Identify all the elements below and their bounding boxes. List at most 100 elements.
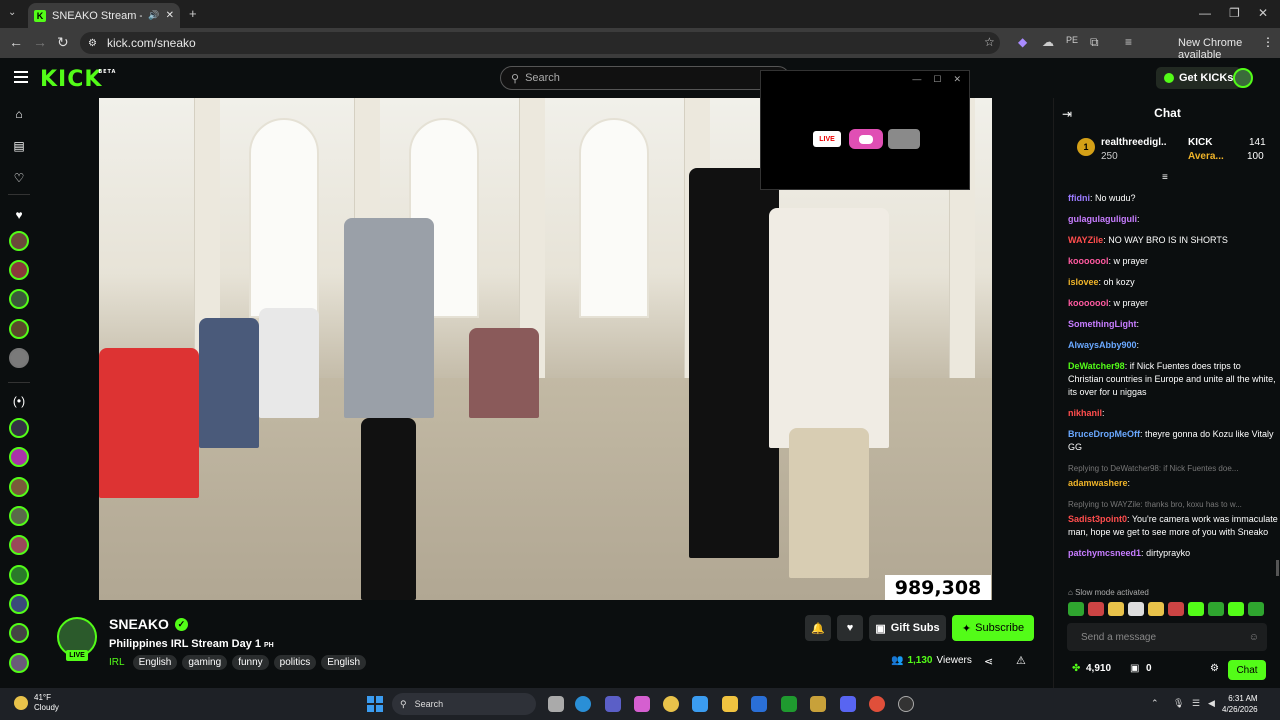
- chat-username[interactable]: islovee: [1068, 277, 1099, 287]
- chat-scrollbar[interactable]: [1276, 560, 1279, 576]
- search-input[interactable]: ⚲ Search: [500, 66, 790, 90]
- browse-icon[interactable]: ▤: [9, 136, 29, 156]
- home-icon[interactable]: ⌂: [9, 104, 29, 124]
- followed-channel-avatar[interactable]: [9, 231, 29, 251]
- chrome-icon[interactable]: [663, 696, 679, 712]
- teams-icon[interactable]: [605, 696, 621, 712]
- url-field[interactable]: ⚙ kick.com/sneako: [80, 32, 1000, 54]
- recommended-channel-avatar[interactable]: [9, 623, 29, 643]
- chat-username[interactable]: BruceDropMeOff: [1068, 429, 1140, 439]
- follow-button[interactable]: ♥: [837, 615, 863, 641]
- overlay-minimize-icon[interactable]: —: [912, 74, 921, 84]
- leaderboard-user[interactable]: Avera...: [1188, 151, 1224, 162]
- channel-points[interactable]: 4,910: [1086, 663, 1111, 674]
- chat-username[interactable]: nikhanil: [1068, 408, 1102, 418]
- task-view-icon[interactable]: [548, 696, 564, 712]
- forward-icon[interactable]: →: [33, 34, 47, 50]
- window-close-icon[interactable]: ✕: [1258, 6, 1268, 20]
- emote[interactable]: [1068, 602, 1084, 616]
- tag[interactable]: funny: [232, 655, 269, 670]
- tab-close-icon[interactable]: ✕: [166, 10, 174, 21]
- minimize-icon[interactable]: —: [1199, 6, 1211, 20]
- overlay-close-icon[interactable]: ✕: [953, 74, 961, 85]
- emote[interactable]: [1128, 602, 1144, 616]
- gift-subs-button[interactable]: ▣ Gift Subs: [869, 615, 946, 641]
- chat-username[interactable]: Sadist3point0: [1068, 514, 1127, 524]
- recommended-channel-avatar[interactable]: [9, 565, 29, 585]
- store-icon[interactable]: [692, 696, 708, 712]
- tray-overflow-icon[interactable]: ⌃: [1151, 698, 1159, 709]
- chat-username[interactable]: ffidni: [1068, 193, 1090, 203]
- tab-audio-icon[interactable]: 🔊: [148, 10, 159, 21]
- overlay-maximize-icon[interactable]: ☐: [933, 74, 941, 85]
- new-tab-icon[interactable]: +: [189, 6, 197, 21]
- channel-name[interactable]: SNEAKO ✓: [109, 616, 188, 632]
- recommended-channel-avatar[interactable]: [9, 594, 29, 614]
- drops-count[interactable]: 0: [1146, 663, 1152, 674]
- chrome-active-icon[interactable]: [869, 696, 885, 712]
- recommended-channel-avatar[interactable]: [9, 477, 29, 497]
- emoji-icon[interactable]: ☺: [1249, 632, 1259, 643]
- recommended-channel-avatar[interactable]: [9, 418, 29, 438]
- chat-settings-icon[interactable]: ⚙: [1210, 663, 1219, 674]
- weather-widget[interactable]: 41°F Cloudy: [14, 693, 59, 713]
- pinned-icon[interactable]: ≡: [1162, 172, 1168, 183]
- copilot-icon[interactable]: [634, 696, 650, 712]
- followed-channel-avatar[interactable]: [9, 260, 29, 280]
- category-link[interactable]: IRL: [109, 657, 125, 668]
- discord-icon[interactable]: [840, 696, 856, 712]
- tag[interactable]: politics: [273, 655, 317, 670]
- share-icon[interactable]: ⋖: [984, 655, 993, 668]
- user-avatar[interactable]: [1233, 68, 1253, 88]
- followed-channel-avatar[interactable]: [9, 319, 29, 339]
- restore-icon[interactable]: ❐: [1229, 6, 1240, 20]
- followed-channel-avatar[interactable]: [9, 348, 29, 368]
- kick-logo[interactable]: KICK BETA: [40, 67, 115, 92]
- chrome-menu-icon[interactable]: ⋮: [1262, 35, 1274, 49]
- tag[interactable]: English: [321, 655, 367, 670]
- taskbar-search[interactable]: ⚲ Search: [392, 693, 536, 715]
- volume-icon[interactable]: ◀: [1208, 698, 1215, 709]
- back-icon[interactable]: ←: [9, 34, 23, 50]
- leaderboard-user[interactable]: KICK: [1188, 137, 1212, 148]
- emote[interactable]: [1148, 602, 1164, 616]
- emote[interactable]: [1208, 602, 1224, 616]
- edge-icon[interactable]: [575, 696, 591, 712]
- recommended-channel-avatar[interactable]: [9, 447, 29, 467]
- tag[interactable]: gaming: [182, 655, 228, 670]
- leaderboard-user[interactable]: realthreedigl...: [1101, 137, 1167, 148]
- extension-icon[interactable]: PE: [1066, 35, 1078, 45]
- obs-icon[interactable]: [898, 696, 914, 712]
- emote[interactable]: [1088, 602, 1104, 616]
- start-button[interactable]: [367, 696, 383, 712]
- recommended-channel-avatar[interactable]: [9, 653, 29, 673]
- following-icon[interactable]: ♡: [9, 168, 29, 188]
- site-info-icon[interactable]: ⚙: [88, 38, 97, 49]
- bookmark-star-icon[interactable]: ☆: [984, 35, 995, 49]
- menu-icon[interactable]: [14, 71, 28, 83]
- reload-icon[interactable]: ↻: [57, 34, 69, 51]
- extension-icon[interactable]: ◆: [1018, 35, 1027, 49]
- emote[interactable]: [1228, 602, 1244, 616]
- recommended-channel-avatar[interactable]: [9, 506, 29, 526]
- report-icon[interactable]: ⚠: [1016, 654, 1026, 667]
- chat-username[interactable]: kooooool: [1068, 298, 1109, 308]
- chat-username[interactable]: gulagulaguliguli: [1068, 214, 1137, 224]
- emote[interactable]: [1248, 602, 1264, 616]
- get-kicks-button[interactable]: Get KICKs: [1156, 67, 1242, 89]
- chat-username[interactable]: DeWatcher98: [1068, 361, 1125, 371]
- overlay-window[interactable]: — ☐ ✕ LIVE: [760, 70, 970, 190]
- chat-username[interactable]: AlwaysAbby900: [1068, 340, 1137, 350]
- network-icon[interactable]: ☰: [1192, 698, 1200, 709]
- recommended-channel-avatar[interactable]: [9, 535, 29, 555]
- xbox-icon[interactable]: [781, 696, 797, 712]
- chat-message-input[interactable]: Send a message ☺: [1067, 623, 1267, 651]
- subscribe-button[interactable]: ✦ Subscribe: [952, 615, 1034, 641]
- followed-channel-avatar[interactable]: [9, 289, 29, 309]
- app-icon[interactable]: [751, 696, 767, 712]
- extensions-puzzle-icon[interactable]: ⧉: [1090, 35, 1099, 50]
- browser-tab[interactable]: K SNEAKO Stream - Watch Li 🔊 ✕: [28, 3, 180, 28]
- chat-username[interactable]: SomethingLight: [1068, 319, 1137, 329]
- file-explorer-icon[interactable]: [722, 696, 738, 712]
- emote[interactable]: [1168, 602, 1184, 616]
